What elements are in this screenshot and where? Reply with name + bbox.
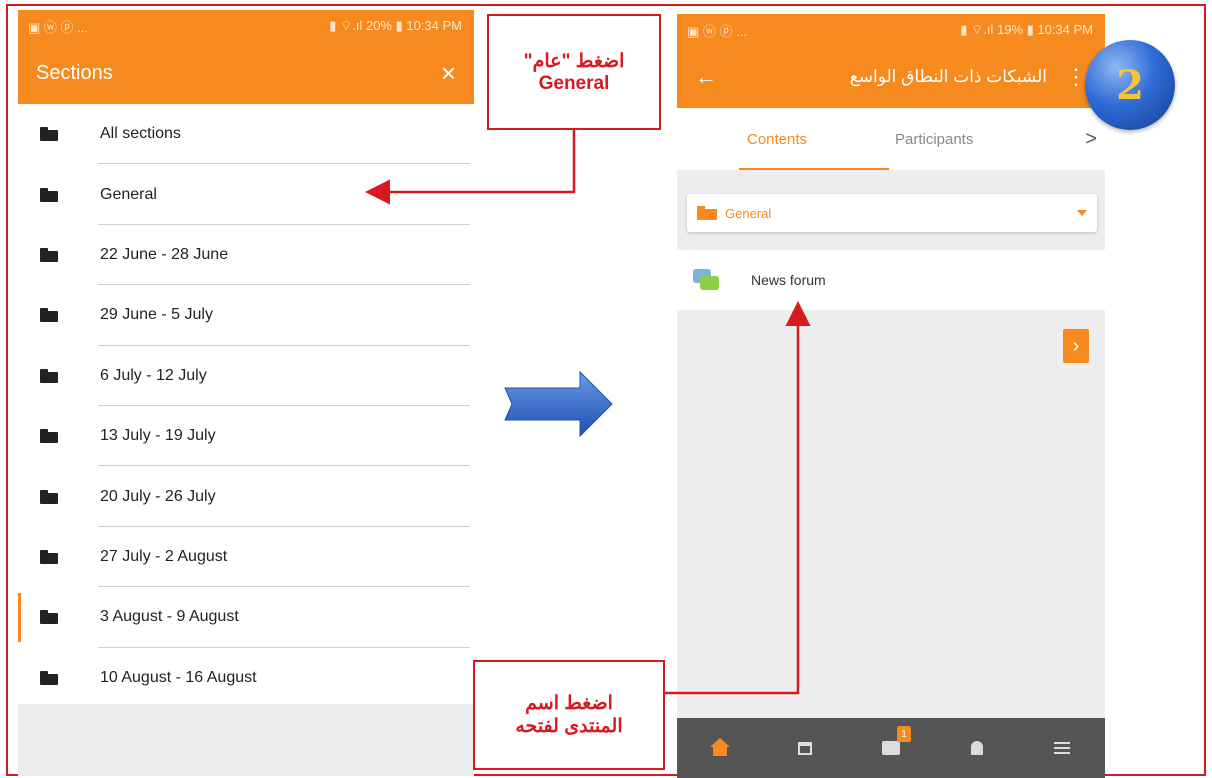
sections-list: All sections General 22 June - 28 June 2… <box>18 104 474 709</box>
left-screen: ▣ ⓦ ⓟ ... ▮ ⌔.ıl 20% ▮ 10:34 PM Sections… <box>18 10 474 776</box>
section-item[interactable]: 22 June - 28 June <box>18 225 474 286</box>
status-bar: ▣ ⓦ ⓟ ... ▮ ⌔.ıl 19% ▮ 10:34 PM <box>677 14 1105 46</box>
section-select[interactable]: General <box>687 194 1097 232</box>
right-screen: ▣ ⓦ ⓟ ... ▮ ⌔.ıl 19% ▮ 10:34 PM ← الشبكا… <box>677 14 1105 778</box>
chevron-right-icon[interactable]: > <box>1085 128 1097 151</box>
callout-bottom-line1: اضغط اسم <box>525 693 613 714</box>
messages-badge: 1 <box>896 726 911 742</box>
folder-icon <box>40 247 58 262</box>
sections-title: Sections <box>36 61 113 84</box>
section-item[interactable]: 20 July - 26 July <box>18 466 474 528</box>
back-arrow-icon[interactable]: ← <box>695 64 717 90</box>
calendar-icon[interactable] <box>793 736 817 760</box>
step-number-badge: 2 <box>1085 40 1175 130</box>
menu-icon[interactable] <box>1050 736 1074 760</box>
callout-top-line2: General <box>538 72 610 94</box>
section-item[interactable]: 27 July - 2 August <box>18 527 474 588</box>
status-left: ▣ ⓦ ⓟ ... <box>687 23 747 39</box>
section-select-value: General <box>725 205 772 221</box>
section-label: 27 July - 2 August <box>100 547 228 565</box>
callout-bottom-line2: المنتدى لفتحه <box>515 716 623 737</box>
sections-toolbar: Sections × <box>18 42 474 104</box>
status-left: ▣ ⓦ ⓟ ... <box>28 19 88 35</box>
messages-icon[interactable]: 1 <box>879 726 911 760</box>
section-item-all[interactable]: All sections <box>18 104 474 165</box>
section-label: 22 June - 28 June <box>100 245 229 263</box>
section-item[interactable]: 13 July - 19 July <box>18 406 474 467</box>
section-label: General <box>100 185 157 203</box>
tab-participants[interactable]: Participants <box>895 131 973 148</box>
course-tabs: Contents Participants > <box>677 108 1105 170</box>
forum-icon <box>693 269 719 291</box>
course-title: الشبكات ذات النطاق الواسع <box>849 67 1047 86</box>
callout-press-general: اضغط "عام" General <box>487 14 661 130</box>
section-item[interactable]: 10 August - 16 August <box>18 648 474 709</box>
section-label: 10 August - 16 August <box>100 668 257 686</box>
course-toolbar: ← الشبكات ذات النطاق الواسع ⋮ <box>677 46 1105 108</box>
home-icon[interactable] <box>708 736 732 760</box>
section-item-current[interactable]: 3 August - 9 August <box>18 587 474 648</box>
bottom-nav: 1 <box>677 718 1105 778</box>
status-right: ▮ ⌔.ıl 19% ▮ 10:34 PM <box>960 22 1093 37</box>
folder-icon <box>40 127 58 142</box>
section-item[interactable]: 6 July - 12 July <box>18 346 474 407</box>
more-icon[interactable]: ⋮ <box>1065 64 1087 90</box>
tab-contents[interactable]: Contents <box>747 131 807 148</box>
bell-icon[interactable] <box>965 736 989 760</box>
callout-top-line1: اضغط "عام" <box>523 50 625 72</box>
module-label: News forum <box>751 272 826 288</box>
section-label: 3 August - 9 August <box>100 608 239 626</box>
section-label: 20 July - 26 July <box>100 487 216 505</box>
folder-icon <box>40 368 58 383</box>
status-bar: ▣ ⓦ ⓟ ... ▮ ⌔.ıl 20% ▮ 10:34 PM <box>18 10 474 42</box>
caret-down-icon <box>1077 210 1087 216</box>
folder-icon <box>40 489 58 504</box>
callout-press-forum: اضغط اسم المنتدى لفتحه <box>473 660 665 770</box>
status-right: ▮ ⌔.ıl 20% ▮ 10:34 PM <box>329 18 462 33</box>
empty-area <box>18 704 474 776</box>
folder-icon <box>40 187 58 202</box>
section-label: 13 July - 19 July <box>100 427 216 445</box>
folder-icon <box>40 670 58 685</box>
section-label: 29 June - 5 July <box>100 306 213 324</box>
folder-icon <box>40 308 58 323</box>
folder-icon <box>40 549 58 564</box>
section-label: All sections <box>100 125 181 143</box>
module-news-forum[interactable]: News forum <box>677 250 1105 310</box>
close-icon[interactable]: × <box>441 60 456 86</box>
folder-icon <box>697 206 717 220</box>
section-item-general[interactable]: General <box>18 164 474 226</box>
folder-icon <box>40 429 58 444</box>
folder-icon <box>40 610 58 625</box>
next-section-button[interactable]: › <box>1063 329 1089 363</box>
section-label: 6 July - 12 July <box>100 366 207 384</box>
section-item[interactable]: 29 June - 5 July <box>18 285 474 346</box>
